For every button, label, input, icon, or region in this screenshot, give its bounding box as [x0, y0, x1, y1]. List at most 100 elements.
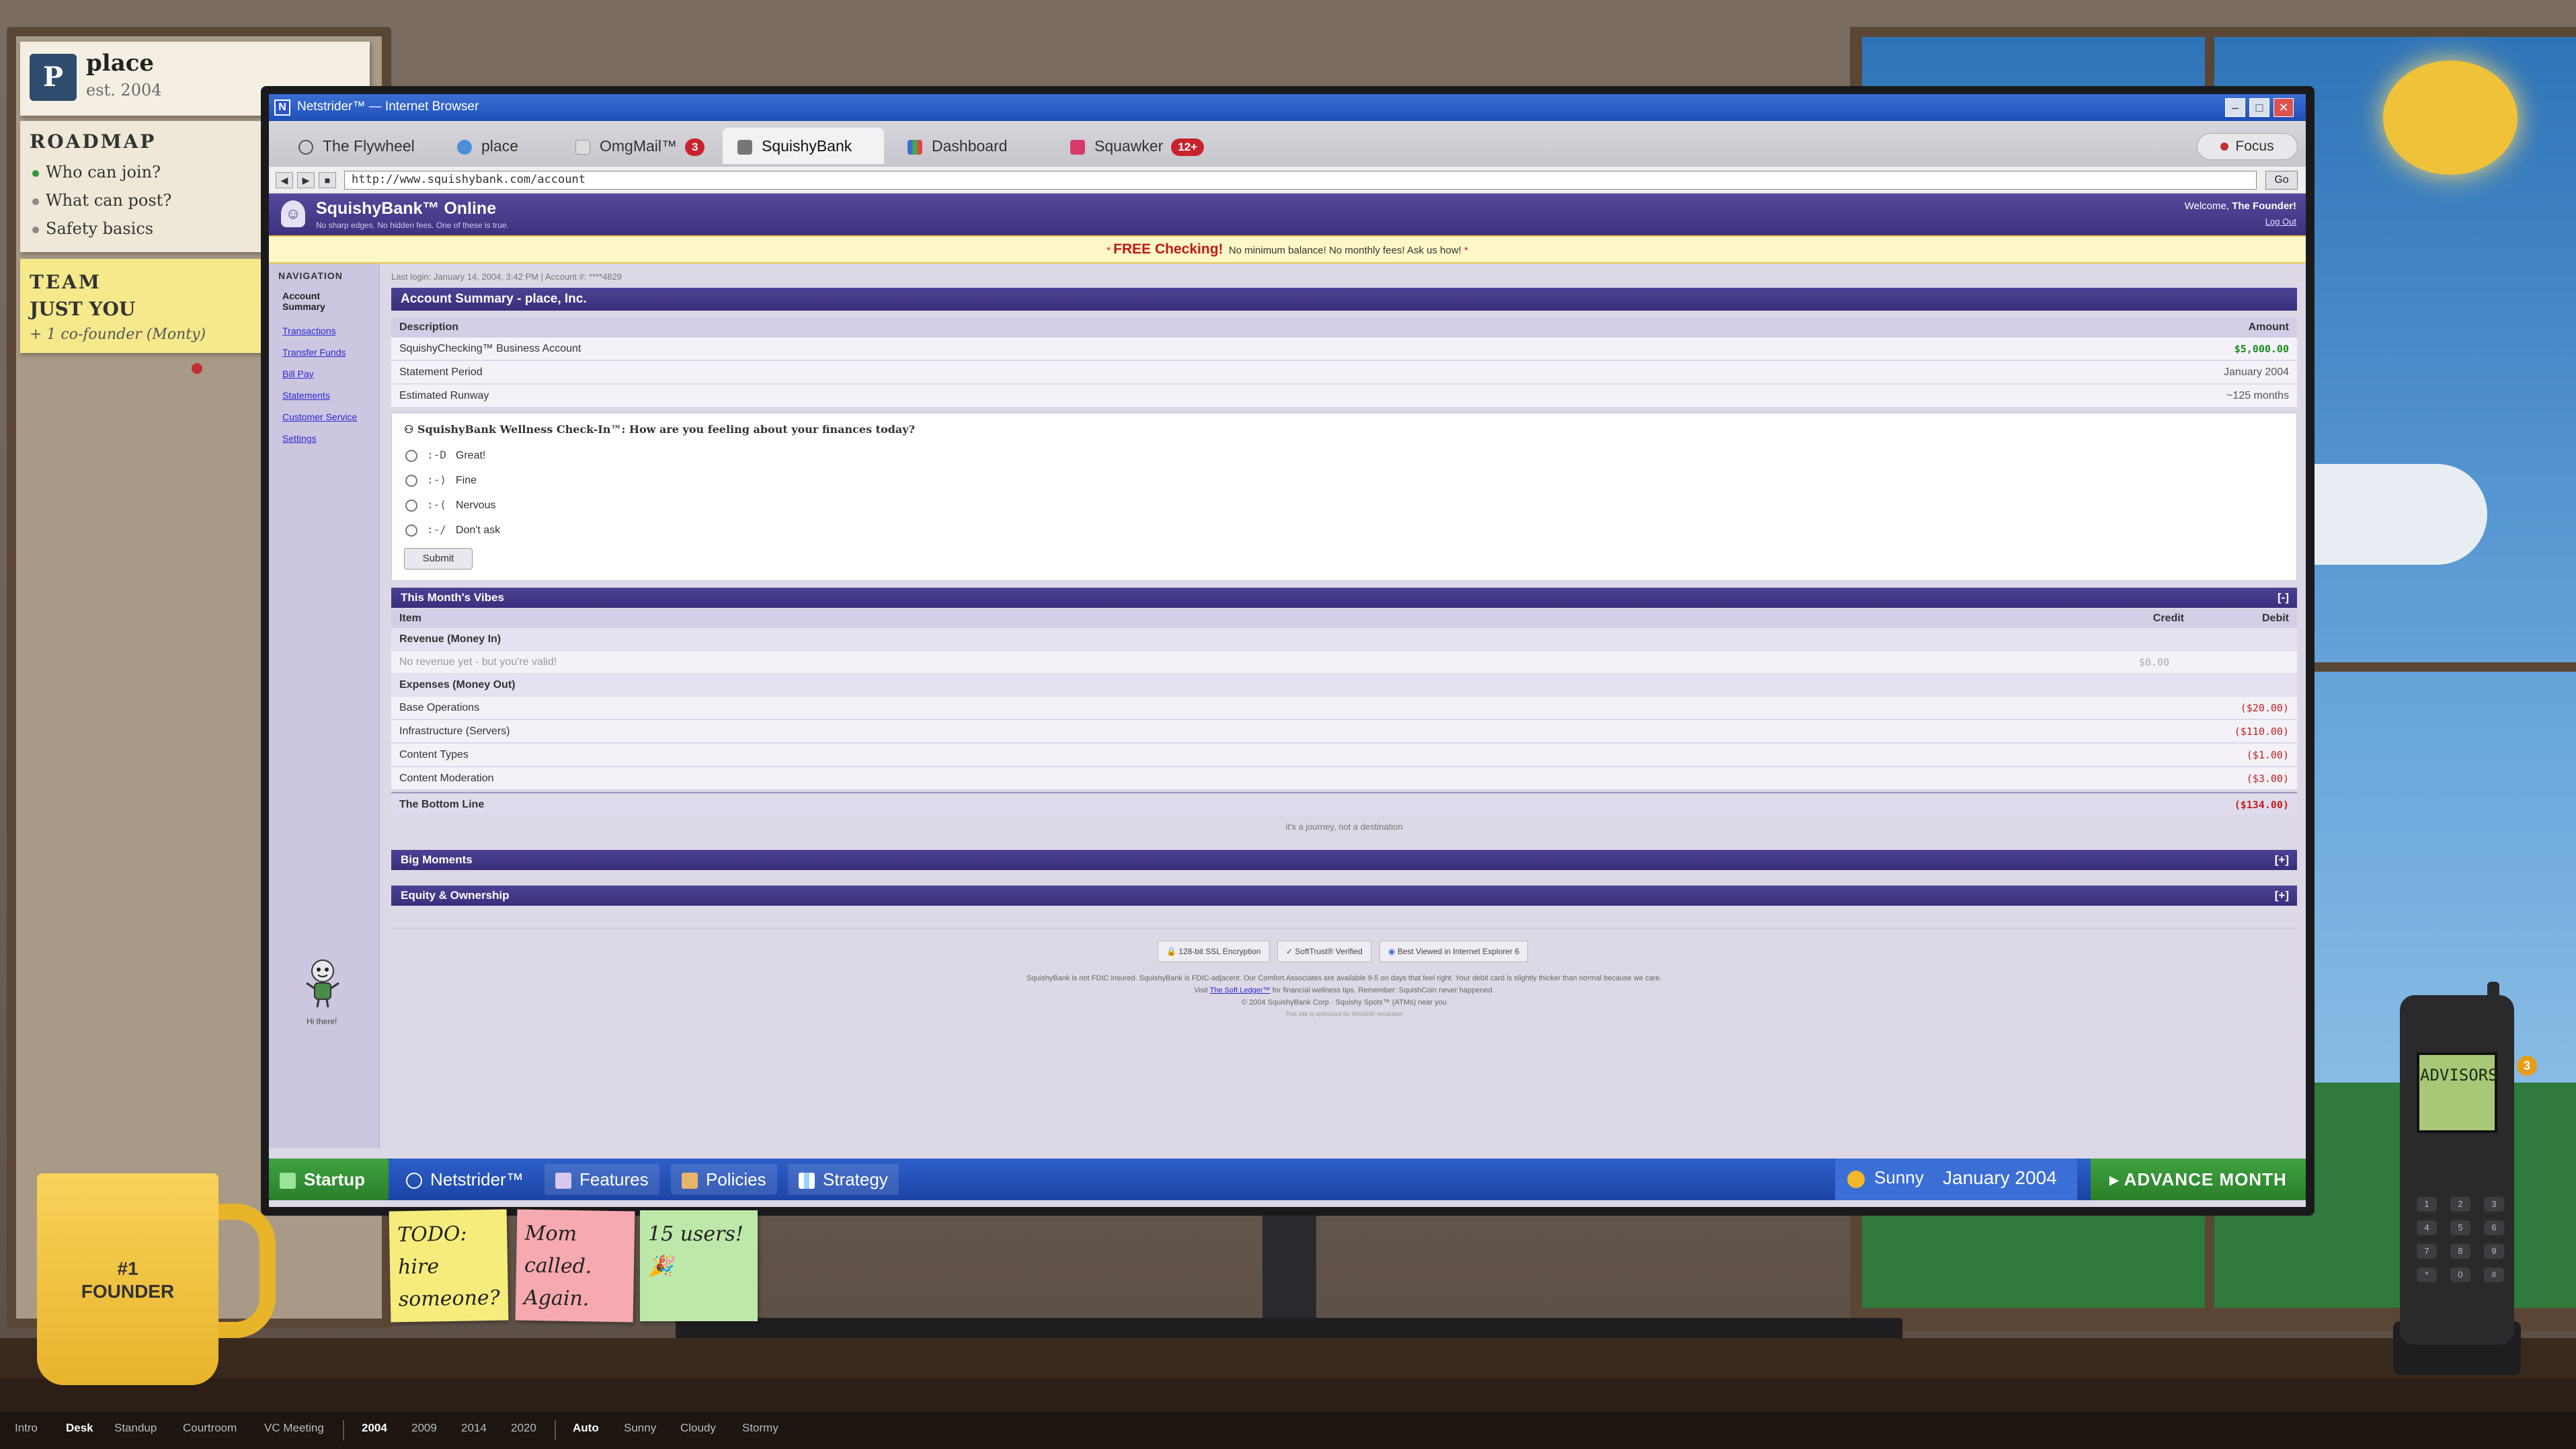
- equity-header[interactable]: Equity & Ownership [+]: [391, 886, 2297, 906]
- advance-month-button[interactable]: ▸ ADVANCE MONTH: [2091, 1159, 2306, 1200]
- phone-key[interactable]: 6: [2484, 1220, 2504, 1235]
- sticky-note-users[interactable]: 15 users! 🎉: [640, 1210, 758, 1321]
- expand-toggle[interactable]: [+]: [2275, 850, 2289, 870]
- weather-sunny[interactable]: Sunny: [624, 1421, 656, 1435]
- submit-button[interactable]: Submit: [404, 548, 473, 570]
- radio-button[interactable]: [405, 499, 417, 512]
- expand-toggle[interactable]: [+]: [2275, 886, 2289, 906]
- tab-squawker[interactable]: Squawker 12+: [1055, 128, 1219, 164]
- monitor-stand: [1262, 1210, 1316, 1325]
- wellness-option-great[interactable]: :-D Great!: [405, 448, 485, 462]
- company-name: place: [86, 50, 155, 77]
- netstrider-icon: N: [274, 100, 290, 116]
- maximize-button[interactable]: □: [2249, 98, 2269, 117]
- scene-standup[interactable]: Standup: [114, 1421, 157, 1435]
- year-2014[interactable]: 2014: [461, 1421, 487, 1435]
- browser-titlebar[interactable]: N Netstrider™ — Internet Browser – □ ✕: [269, 94, 2306, 121]
- nav-transactions[interactable]: Transactions: [282, 325, 336, 336]
- url-input[interactable]: http://www.squishybank.com/account: [344, 171, 2257, 190]
- back-button[interactable]: ◀: [276, 172, 293, 188]
- minimize-button[interactable]: –: [2225, 98, 2245, 117]
- bank-sidebar: NAVIGATION Account Summary Transactions …: [269, 264, 380, 1148]
- os-taskbar: Startup Netstrider™ Features Policies St…: [269, 1159, 2306, 1200]
- squawker-icon: [1070, 139, 1085, 155]
- phone-key[interactable]: 2: [2450, 1197, 2470, 1212]
- scene-vc-meeting[interactable]: VC Meeting: [264, 1421, 324, 1435]
- taskbar-netstrider[interactable]: Netstrider™: [395, 1164, 534, 1195]
- promo-banner[interactable]: * FREE Checking! No minimum balance! No …: [269, 235, 2306, 264]
- wellness-option-nervous[interactable]: :-(Nervous: [405, 498, 495, 512]
- taskbar-features[interactable]: Features: [545, 1164, 659, 1195]
- weather-cloudy[interactable]: Cloudy: [680, 1421, 716, 1435]
- phone-key[interactable]: 1: [2417, 1197, 2437, 1212]
- phone-key[interactable]: 0: [2450, 1267, 2470, 1282]
- play-icon: ▸: [2109, 1169, 2124, 1189]
- startup-icon: [280, 1173, 296, 1189]
- phone-key[interactable]: 9: [2484, 1244, 2504, 1259]
- weather-stormy[interactable]: Stormy: [742, 1421, 778, 1435]
- phone-key[interactable]: #: [2484, 1267, 2504, 1282]
- tab-dashboard[interactable]: Dashboard: [893, 128, 1022, 164]
- focus-button[interactable]: Focus: [2197, 133, 2298, 160]
- phone-screen[interactable]: [2417, 1052, 2497, 1133]
- weather-auto[interactable]: Auto: [573, 1421, 599, 1435]
- radio-button[interactable]: [405, 474, 417, 487]
- radio-button[interactable]: [405, 449, 417, 462]
- soft-ledger-link[interactable]: The Soft Ledger™: [1210, 986, 1271, 994]
- team-card[interactable]: TEAM JUST YOU + 1 co-founder (Monty): [20, 259, 270, 353]
- team-note: + 1 co-founder (Monty): [30, 326, 206, 343]
- resolution-note: This site is optimized for 800x600 resol…: [1285, 1011, 1404, 1017]
- forward-button[interactable]: ▶: [297, 172, 315, 188]
- phone-key[interactable]: 4: [2417, 1220, 2437, 1235]
- table-row: No revenue yet - but you're valid! $0.00: [391, 651, 2297, 674]
- wellness-option-dont-ask[interactable]: :-/Don't ask: [405, 523, 500, 537]
- logout-link[interactable]: Log Out: [2265, 217, 2296, 227]
- startup-button[interactable]: Startup: [269, 1159, 389, 1200]
- year-2020[interactable]: 2020: [511, 1421, 536, 1435]
- tab-squishybank[interactable]: SquishyBank: [723, 128, 884, 164]
- phone-key[interactable]: 7: [2417, 1244, 2437, 1259]
- scene-intro[interactable]: Intro: [15, 1421, 38, 1435]
- taskbar-policies[interactable]: Policies: [671, 1164, 777, 1195]
- promo-text: No minimum balance! No monthly fees! Ask…: [1228, 245, 1461, 256]
- mail-icon: [575, 139, 590, 155]
- copyright-text: © 2004 SquishyBank Corp · Squishy Spots™…: [1241, 998, 1447, 1007]
- phone-key[interactable]: *: [2417, 1267, 2437, 1282]
- summary-table-header: Description Amount: [391, 317, 2297, 338]
- vibes-header[interactable]: This Month's Vibes [-]: [391, 588, 2297, 608]
- lock-icon: 🔒: [1166, 947, 1179, 956]
- tab-the-flywheel[interactable]: The Flywheel: [284, 128, 430, 164]
- bullet-icon: [32, 169, 39, 177]
- sticky-note-todo[interactable]: TODO: hire someone?: [389, 1209, 509, 1323]
- nav-settings[interactable]: Settings: [282, 433, 317, 444]
- phone-key[interactable]: 5: [2450, 1220, 2470, 1235]
- big-moments-header[interactable]: Big Moments [+]: [391, 850, 2297, 870]
- roadmap-title: ROADMAP: [30, 130, 157, 153]
- stop-button[interactable]: ■: [319, 172, 336, 188]
- nav-bill-pay[interactable]: Bill Pay: [282, 368, 314, 379]
- desk-front: [0, 1378, 2576, 1412]
- radio-button[interactable]: [405, 524, 417, 537]
- mascot-icon[interactable]: [303, 956, 343, 1010]
- globe-icon: [406, 1173, 422, 1189]
- close-button[interactable]: ✕: [2273, 98, 2294, 117]
- collapse-toggle[interactable]: [-]: [2278, 588, 2289, 608]
- go-button[interactable]: Go: [2265, 171, 2298, 190]
- taskbar-strategy[interactable]: Strategy: [788, 1164, 899, 1195]
- sticky-note-mom[interactable]: Mom called. Again.: [515, 1209, 635, 1323]
- scene-desk[interactable]: Desk: [66, 1421, 93, 1435]
- weather-widget: Sunny January 2004: [1835, 1159, 2077, 1200]
- nav-statements[interactable]: Statements: [282, 390, 330, 401]
- year-2009[interactable]: 2009: [411, 1421, 437, 1435]
- advisors-phone[interactable]: [2400, 995, 2514, 1345]
- nav-transfer-funds[interactable]: Transfer Funds: [282, 347, 346, 358]
- nav-customer-service[interactable]: Customer Service: [282, 412, 357, 422]
- nav-account-summary[interactable]: Account Summary: [282, 290, 363, 312]
- wellness-option-fine[interactable]: :-) Fine: [405, 473, 477, 487]
- phone-key[interactable]: 3: [2484, 1197, 2504, 1212]
- tab-place[interactable]: place: [442, 128, 533, 164]
- year-2004[interactable]: 2004: [362, 1421, 387, 1435]
- phone-key[interactable]: 8: [2450, 1244, 2470, 1259]
- scene-courtroom[interactable]: Courtroom: [183, 1421, 237, 1435]
- tab-omgmail[interactable]: OmgMail™ 3: [561, 128, 719, 164]
